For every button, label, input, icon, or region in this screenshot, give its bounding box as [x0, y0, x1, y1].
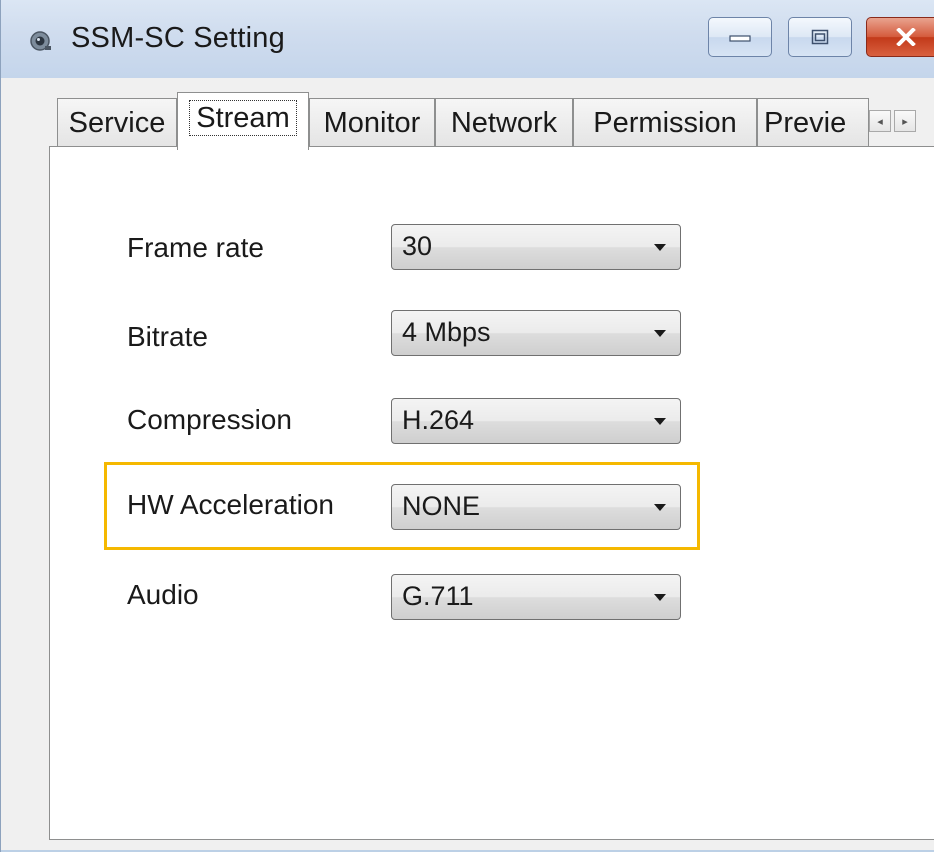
arrow-right-icon: ▸ [902, 115, 908, 128]
minimize-icon [729, 35, 751, 42]
maximize-icon [811, 29, 829, 45]
tab-label: Network [450, 107, 558, 139]
compression-label: Compression [127, 404, 292, 435]
chevron-down-icon [654, 594, 666, 601]
compression-select[interactable]: H.264 [391, 398, 681, 444]
tab-permission[interactable]: Permission [573, 98, 757, 148]
compression-value: H.264 [402, 405, 475, 435]
frame-rate-select[interactable]: 30 [391, 224, 681, 270]
hw-acceleration-select[interactable]: NONE [391, 484, 681, 530]
tab-service[interactable]: Service [57, 98, 177, 148]
hw-acceleration-label: HW Acceleration [127, 489, 334, 520]
tab-label: Previe [764, 107, 847, 139]
title-bar[interactable]: SSM-SC Setting [1, 0, 934, 78]
bitrate-value: 4 Mbps [402, 317, 491, 347]
tab-stream[interactable]: Stream [177, 92, 309, 150]
chevron-down-icon [654, 504, 666, 511]
audio-label: Audio [127, 579, 199, 610]
close-button[interactable] [866, 17, 934, 57]
chevron-down-icon [654, 244, 666, 251]
audio-value: G.711 [402, 581, 474, 611]
camera-icon [30, 31, 51, 51]
hw-acceleration-value: NONE [402, 491, 481, 521]
minimize-button[interactable] [708, 17, 772, 57]
tab-label: Monitor [323, 107, 421, 139]
frame-rate-value: 30 [402, 231, 433, 261]
tab-network[interactable]: Network [435, 98, 573, 148]
bitrate-select[interactable]: 4 Mbps [391, 310, 681, 356]
settings-window: SSM-SC Setting Service Stream Monitor Ne… [0, 0, 934, 852]
tab-label: Service [68, 107, 166, 139]
tab-monitor[interactable]: Monitor [309, 98, 435, 148]
audio-select[interactable]: G.711 [391, 574, 681, 620]
bitrate-label: Bitrate [127, 321, 208, 352]
close-icon [896, 28, 916, 46]
tab-scroll-left-button[interactable]: ◂ [869, 110, 891, 132]
chevron-down-icon [654, 418, 666, 425]
window-title: SSM-SC Setting [71, 22, 285, 54]
frame-rate-label: Frame rate [127, 232, 264, 263]
tab-label: Stream [189, 99, 297, 136]
arrow-left-icon: ◂ [877, 115, 883, 128]
chevron-down-icon [654, 330, 666, 337]
maximize-button[interactable] [788, 17, 852, 57]
tab-label: Permission [593, 107, 737, 139]
tab-scroll-right-button[interactable]: ▸ [894, 110, 916, 132]
tab-preview[interactable]: Previe [757, 98, 869, 148]
